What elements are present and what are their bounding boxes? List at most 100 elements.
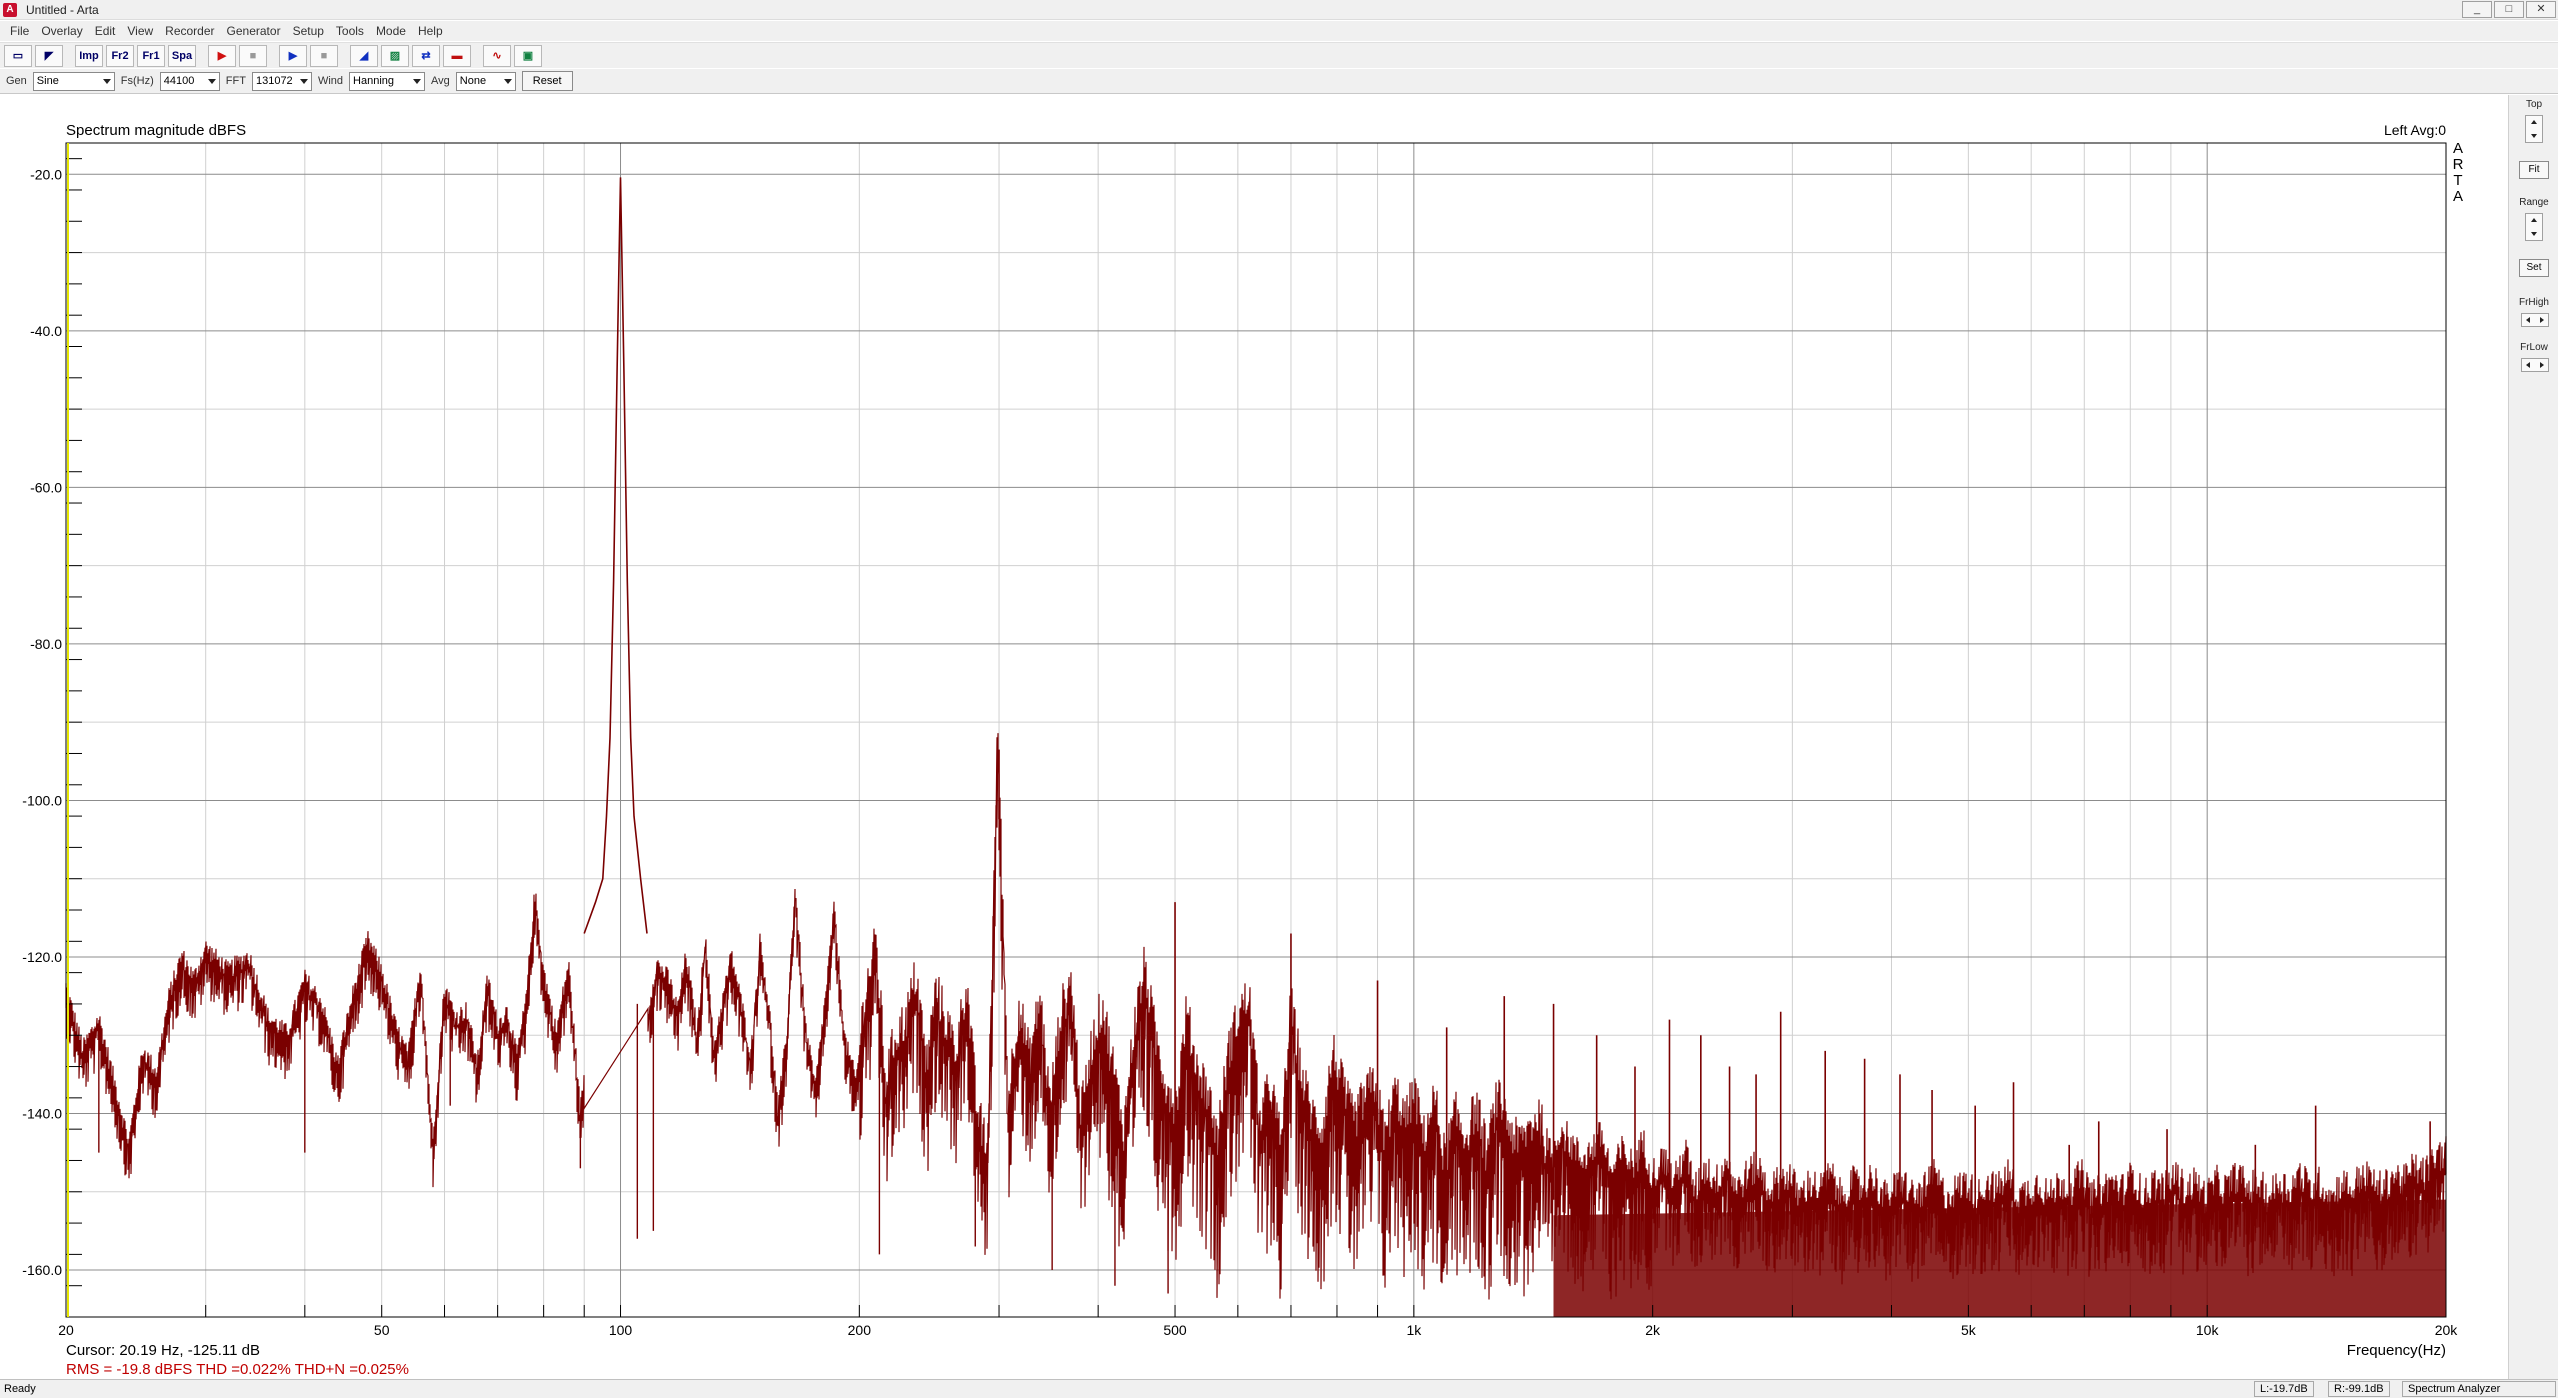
- frlow-spinner[interactable]: [2521, 358, 2549, 372]
- x-tick-label: 1k: [1406, 1322, 1422, 1338]
- menu-bar: File Overlay Edit View Recorder Generato…: [0, 21, 2558, 41]
- arta-logo-letter: A: [2453, 140, 2463, 157]
- top-label: Top: [2525, 99, 2543, 110]
- avg-select[interactable]: None: [455, 71, 516, 91]
- y-tick-label: -100.0: [22, 792, 62, 808]
- fft-select[interactable]: 131072: [251, 71, 312, 91]
- record-play-icon[interactable]: ▶: [208, 44, 236, 67]
- status-left-level: L:-19.7dB: [2254, 1381, 2314, 1397]
- gen-select[interactable]: Sine: [32, 71, 115, 91]
- marker-icon[interactable]: ⇄: [412, 44, 440, 67]
- measurement-readout: RMS = -19.8 dBFS THD =0.022% THD+N =0.02…: [66, 1361, 409, 1378]
- menu-file[interactable]: File: [4, 21, 35, 41]
- fft-label: FFT: [225, 75, 246, 87]
- plot-title: Spectrum magnitude dBFS: [66, 122, 246, 139]
- record-settings-icon[interactable]: ◢: [350, 44, 378, 67]
- impulse-mode-button[interactable]: Imp: [75, 44, 103, 67]
- title-bar: A Untitled - Arta _ □ ✕: [0, 0, 2558, 20]
- reset-button[interactable]: Reset: [521, 71, 573, 91]
- menu-mode[interactable]: Mode: [370, 21, 412, 41]
- generator-icon[interactable]: ∿: [483, 44, 511, 67]
- channel-info: Left Avg:0: [2384, 122, 2446, 138]
- status-ready: Ready: [4, 1383, 36, 1395]
- fs-label: Fs(Hz): [120, 75, 154, 87]
- y-tick-label: -120.0: [22, 949, 62, 965]
- y-tick-label: -40.0: [30, 323, 62, 339]
- chevron-down-icon: [102, 78, 111, 84]
- gen-select-value: Sine: [36, 75, 59, 87]
- window-controls: _ □ ✕: [2462, 1, 2556, 18]
- maximize-button[interactable]: □: [2494, 1, 2524, 18]
- x-tick-label: 20k: [2435, 1322, 2459, 1338]
- menu-overlay[interactable]: Overlay: [35, 21, 88, 41]
- arta-logo-letter: T: [2453, 172, 2462, 189]
- new-file-icon[interactable]: ▭: [4, 44, 32, 67]
- arta-logo: ARTA: [2453, 140, 2464, 205]
- close-button[interactable]: ✕: [2526, 1, 2556, 18]
- y-tick-label: -140.0: [22, 1106, 62, 1122]
- x-tick-label: 100: [609, 1322, 633, 1338]
- y-tick-label: -60.0: [30, 479, 62, 495]
- menu-tools[interactable]: Tools: [330, 21, 370, 41]
- menu-recorder[interactable]: Recorder: [159, 21, 220, 41]
- right-control-panel: Top Fit Range Set FrHigh FrLow: [2508, 95, 2558, 1379]
- parameters-bar: Gen Sine Fs(Hz) 44100 FFT 131072 Wind Ha…: [0, 69, 2558, 94]
- chevron-down-icon: [207, 78, 216, 84]
- wind-label: Wind: [317, 75, 344, 87]
- fs-select-value: 44100: [163, 75, 195, 87]
- y-tick-label: -20.0: [30, 166, 62, 182]
- avg-label: Avg: [431, 75, 450, 87]
- fr1-mode-button[interactable]: Fr1: [137, 44, 165, 67]
- range-label: Range: [2519, 197, 2549, 208]
- range-spinner[interactable]: [2525, 213, 2543, 241]
- menu-setup[interactable]: Setup: [287, 21, 330, 41]
- spectrum-chart[interactable]: -20.0 -40.0 -60.0 -80.0 -100.0 -120.0 -140.0 -1…: [0, 95, 2508, 1379]
- stop-icon[interactable]: ■: [310, 44, 338, 67]
- wind-select-value: Hanning: [353, 75, 395, 87]
- frhigh-label: FrHigh: [2518, 297, 2549, 308]
- chevron-down-icon: [299, 78, 308, 84]
- fft-select-value: 131072: [255, 75, 293, 87]
- menu-edit[interactable]: Edit: [89, 21, 122, 41]
- y-tick-label: -160.0: [22, 1262, 62, 1278]
- frhigh-spinner[interactable]: [2521, 313, 2549, 327]
- status-right-level: R:-99.1dB: [2328, 1381, 2390, 1397]
- window-title: Untitled - Arta: [26, 3, 99, 17]
- spectrum-mode-button[interactable]: Spa: [168, 44, 196, 67]
- noise-floor-fill: [1553, 1199, 2446, 1317]
- menu-help[interactable]: Help: [412, 21, 449, 41]
- menu-generator[interactable]: Generator: [221, 21, 287, 41]
- top-spinner[interactable]: [2525, 115, 2543, 143]
- toolbar: ▭ ◤ Imp Fr2 Fr1 Spa ▶ ■ ▶ ■ ◢ ▨ ⇄ ▬ ∿ ▣: [0, 42, 2558, 68]
- frlow-label: FrLow: [2520, 342, 2548, 353]
- play-icon[interactable]: ▶: [279, 44, 307, 67]
- set-button[interactable]: Set: [2519, 259, 2549, 277]
- minimize-button[interactable]: _: [2462, 1, 2492, 18]
- avg-select-value: None: [459, 75, 487, 87]
- open-file-icon[interactable]: ◤: [35, 44, 63, 67]
- grid-icon[interactable]: ▨: [381, 44, 409, 67]
- arta-app-icon: A: [3, 3, 17, 17]
- scope-icon[interactable]: ▣: [514, 44, 542, 67]
- menu-view[interactable]: View: [121, 21, 159, 41]
- fr2-mode-button[interactable]: Fr2: [106, 44, 134, 67]
- overlay-icon[interactable]: ▬: [443, 44, 471, 67]
- spectrum-plot-area[interactable]: -20.0 -40.0 -60.0 -80.0 -100.0 -120.0 -140.0 -1…: [0, 95, 2508, 1379]
- wind-select[interactable]: Hanning: [349, 71, 426, 91]
- x-tick-label: 10k: [2196, 1322, 2220, 1338]
- x-tick-label: 50: [374, 1322, 390, 1338]
- x-tick-label: 5k: [1961, 1322, 1977, 1338]
- x-tick-label: 500: [1163, 1322, 1187, 1338]
- fit-button[interactable]: Fit: [2519, 161, 2549, 179]
- arta-logo-letter: R: [2453, 156, 2464, 173]
- x-tick-label: 2k: [1645, 1322, 1661, 1338]
- arta-logo-letter: A: [2453, 188, 2463, 205]
- fs-select[interactable]: 44100: [159, 71, 220, 91]
- record-stop-icon[interactable]: ■: [239, 44, 267, 67]
- cursor-readout: Cursor: 20.19 Hz, -125.11 dB: [66, 1342, 260, 1359]
- x-tick-label: 20: [58, 1322, 74, 1338]
- status-bar: Ready L:-19.7dB R:-99.1dB Spectrum Analy…: [0, 1379, 2558, 1398]
- chevron-down-icon: [413, 78, 422, 84]
- gen-label: Gen: [6, 75, 27, 87]
- x-tick-label: 200: [848, 1322, 872, 1338]
